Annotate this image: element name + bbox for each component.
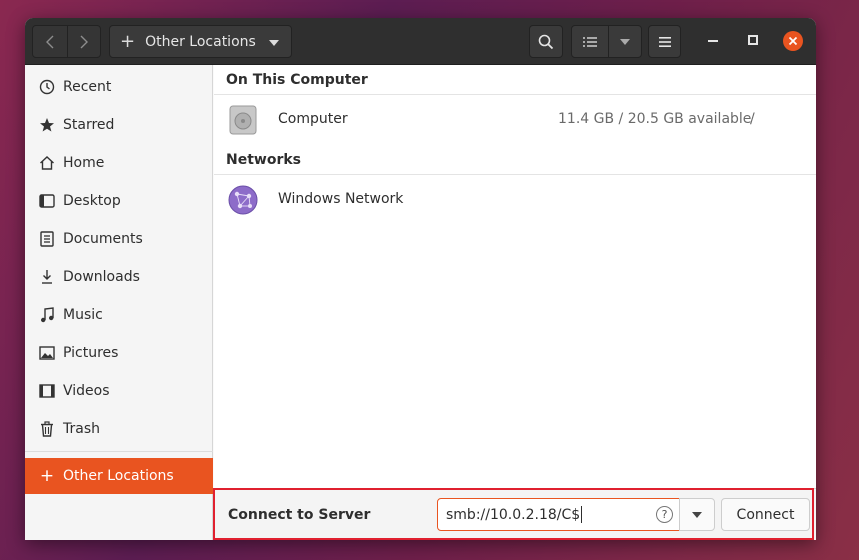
sidebar-item-desktop[interactable]: Desktop (25, 184, 213, 218)
sidebar-item-label: Home (63, 155, 105, 171)
minimize-button[interactable] (708, 40, 718, 42)
recent-servers-dropdown-button[interactable] (679, 498, 715, 531)
navigation-buttons (32, 25, 101, 58)
search-icon (538, 34, 554, 49)
sidebar-item-music[interactable]: Music (25, 298, 213, 332)
file-manager-window: + Other Locations Recent Starred Home De… (25, 18, 816, 540)
video-icon (25, 384, 63, 398)
sidebar-item-label: Music (63, 307, 103, 323)
clock-icon (25, 79, 63, 95)
trash-icon (25, 421, 63, 437)
location-name: Windows Network (278, 191, 404, 207)
server-address-input[interactable]: smb://10.0.2.18/C$ ? (437, 498, 680, 531)
plus-icon: + (39, 466, 55, 486)
document-icon (25, 231, 63, 247)
sidebar-item-label: Recent (63, 79, 112, 95)
plus-icon: + (120, 31, 136, 52)
picture-icon (25, 346, 63, 360)
sidebar: Recent Starred Home Desktop Documents Do… (25, 65, 213, 540)
main-menu-button[interactable] (648, 25, 681, 58)
sidebar-item-other-locations[interactable]: + Other Locations (25, 458, 213, 494)
sidebar-item-videos[interactable]: Videos (25, 374, 213, 408)
section-header-on-this-computer: On This Computer (226, 72, 368, 88)
sidebar-item-label: Trash (63, 421, 100, 437)
sidebar-item-label: Other Locations (63, 468, 174, 484)
back-button[interactable] (33, 26, 67, 57)
hard-drive-icon (229, 105, 257, 135)
list-view-button[interactable] (572, 26, 608, 57)
header-bar: + Other Locations (25, 18, 816, 65)
sidebar-item-starred[interactable]: Starred (25, 108, 213, 142)
dropdown-arrow-icon (692, 511, 702, 518)
chevron-left-icon (45, 35, 54, 48)
dropdown-arrow-icon (269, 40, 279, 46)
forward-button[interactable] (66, 26, 101, 57)
location-row-computer[interactable]: Computer 11.4 GB / 20.5 GB available / (214, 95, 816, 145)
sidebar-item-recent[interactable]: Recent (25, 70, 213, 104)
maximize-button[interactable] (748, 35, 758, 45)
download-icon (25, 269, 63, 285)
location-label: Other Locations (145, 33, 256, 50)
sidebar-item-pictures[interactable]: Pictures (25, 336, 213, 370)
view-buttons (571, 25, 642, 58)
section-header-networks: Networks (226, 152, 302, 168)
sidebar-item-home[interactable]: Home (25, 146, 213, 180)
close-icon (788, 36, 798, 46)
sidebar-item-downloads[interactable]: Downloads (25, 260, 213, 294)
sidebar-item-label: Downloads (63, 269, 140, 285)
search-button[interactable] (529, 25, 563, 58)
dropdown-arrow-icon (620, 38, 630, 45)
location-button[interactable]: + Other Locations (109, 25, 292, 58)
text-caret (581, 506, 583, 523)
close-button[interactable] (783, 31, 803, 51)
home-icon (25, 155, 63, 171)
sidebar-item-label: Documents (63, 231, 143, 247)
view-options-button[interactable] (608, 26, 641, 57)
music-icon (25, 307, 63, 323)
sidebar-item-label: Pictures (63, 345, 119, 361)
sidebar-item-label: Videos (63, 383, 110, 399)
sidebar-item-trash[interactable]: Trash (25, 412, 213, 446)
hamburger-menu-icon (658, 36, 671, 47)
server-address-value: smb://10.0.2.18/C$ (446, 506, 581, 523)
storage-info: 11.4 GB / 20.5 GB available (558, 111, 752, 127)
location-name: Computer (278, 111, 348, 127)
desktop-icon (25, 194, 63, 208)
location-row-windows-network[interactable]: Windows Network (214, 175, 816, 225)
connect-to-server-bar: Connect to Server smb://10.0.2.18/C$ ? C… (214, 488, 816, 540)
list-view-icon (583, 36, 597, 47)
main-content: On This Computer Computer 11.4 GB / 20.5… (214, 65, 816, 540)
help-icon[interactable]: ? (656, 506, 673, 523)
connect-button[interactable]: Connect (721, 498, 810, 531)
sidebar-item-label: Desktop (63, 193, 121, 209)
sidebar-item-documents[interactable]: Documents (25, 222, 213, 256)
star-icon (25, 117, 63, 133)
mount-path: / (750, 111, 755, 127)
network-globe-icon (228, 185, 258, 215)
sidebar-separator (25, 451, 213, 452)
sidebar-item-label: Starred (63, 117, 115, 133)
chevron-right-icon (80, 35, 88, 48)
connect-to-server-label: Connect to Server (228, 507, 371, 523)
